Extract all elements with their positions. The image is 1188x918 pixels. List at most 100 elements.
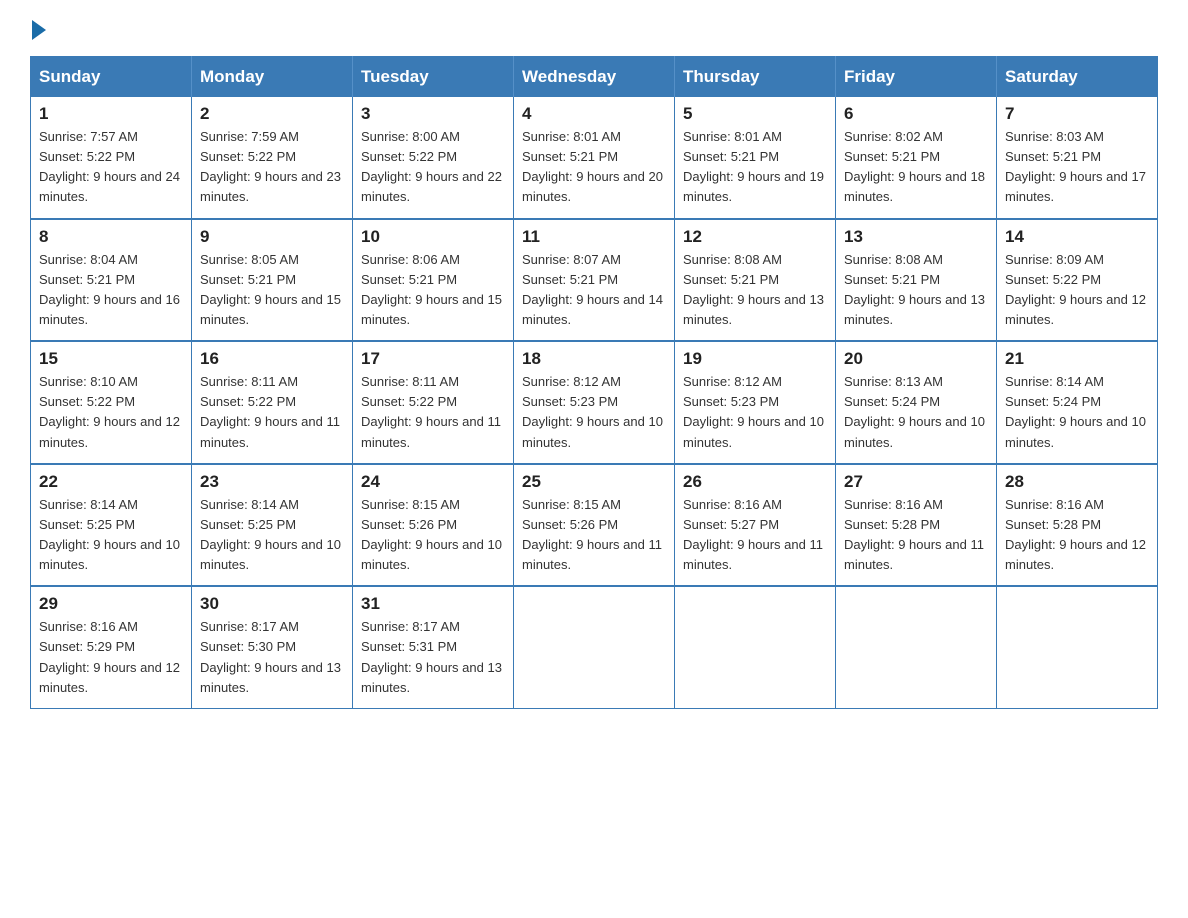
day-info: Sunrise: 8:11 AMSunset: 5:22 PMDaylight:… (200, 374, 340, 449)
calendar-day-cell: 9 Sunrise: 8:05 AMSunset: 5:21 PMDayligh… (192, 219, 353, 342)
calendar-day-cell: 5 Sunrise: 8:01 AMSunset: 5:21 PMDayligh… (675, 97, 836, 219)
day-number: 11 (522, 227, 666, 247)
calendar-day-cell: 21 Sunrise: 8:14 AMSunset: 5:24 PMDaylig… (997, 341, 1158, 464)
day-info: Sunrise: 8:16 AMSunset: 5:29 PMDaylight:… (39, 619, 180, 694)
calendar-day-cell: 24 Sunrise: 8:15 AMSunset: 5:26 PMDaylig… (353, 464, 514, 587)
calendar-day-cell: 27 Sunrise: 8:16 AMSunset: 5:28 PMDaylig… (836, 464, 997, 587)
day-of-week-header: Thursday (675, 57, 836, 98)
day-number: 26 (683, 472, 827, 492)
day-info: Sunrise: 8:10 AMSunset: 5:22 PMDaylight:… (39, 374, 180, 449)
day-number: 6 (844, 104, 988, 124)
day-number: 14 (1005, 227, 1149, 247)
day-number: 30 (200, 594, 344, 614)
calendar-day-cell: 13 Sunrise: 8:08 AMSunset: 5:21 PMDaylig… (836, 219, 997, 342)
day-number: 15 (39, 349, 183, 369)
calendar-day-cell: 14 Sunrise: 8:09 AMSunset: 5:22 PMDaylig… (997, 219, 1158, 342)
calendar-day-cell: 31 Sunrise: 8:17 AMSunset: 5:31 PMDaylig… (353, 586, 514, 708)
day-number: 17 (361, 349, 505, 369)
day-number: 18 (522, 349, 666, 369)
calendar-day-cell (997, 586, 1158, 708)
calendar-day-cell: 28 Sunrise: 8:16 AMSunset: 5:28 PMDaylig… (997, 464, 1158, 587)
day-info: Sunrise: 8:01 AMSunset: 5:21 PMDaylight:… (522, 129, 663, 204)
calendar-day-cell: 15 Sunrise: 8:10 AMSunset: 5:22 PMDaylig… (31, 341, 192, 464)
day-info: Sunrise: 8:17 AMSunset: 5:30 PMDaylight:… (200, 619, 341, 694)
calendar-day-cell: 30 Sunrise: 8:17 AMSunset: 5:30 PMDaylig… (192, 586, 353, 708)
day-info: Sunrise: 8:12 AMSunset: 5:23 PMDaylight:… (522, 374, 663, 449)
day-of-week-header: Monday (192, 57, 353, 98)
day-number: 27 (844, 472, 988, 492)
day-info: Sunrise: 8:13 AMSunset: 5:24 PMDaylight:… (844, 374, 985, 449)
day-info: Sunrise: 8:00 AMSunset: 5:22 PMDaylight:… (361, 129, 502, 204)
calendar-day-cell: 8 Sunrise: 8:04 AMSunset: 5:21 PMDayligh… (31, 219, 192, 342)
calendar-day-cell (514, 586, 675, 708)
day-number: 2 (200, 104, 344, 124)
calendar-week-row: 1 Sunrise: 7:57 AMSunset: 5:22 PMDayligh… (31, 97, 1158, 219)
day-number: 4 (522, 104, 666, 124)
day-of-week-header: Tuesday (353, 57, 514, 98)
calendar-day-cell: 3 Sunrise: 8:00 AMSunset: 5:22 PMDayligh… (353, 97, 514, 219)
calendar-day-cell: 29 Sunrise: 8:16 AMSunset: 5:29 PMDaylig… (31, 586, 192, 708)
day-info: Sunrise: 8:06 AMSunset: 5:21 PMDaylight:… (361, 252, 502, 327)
day-info: Sunrise: 8:15 AMSunset: 5:26 PMDaylight:… (522, 497, 662, 572)
day-info: Sunrise: 8:08 AMSunset: 5:21 PMDaylight:… (844, 252, 985, 327)
day-number: 31 (361, 594, 505, 614)
day-number: 16 (200, 349, 344, 369)
logo (30, 20, 48, 36)
day-info: Sunrise: 8:14 AMSunset: 5:24 PMDaylight:… (1005, 374, 1146, 449)
day-number: 7 (1005, 104, 1149, 124)
day-info: Sunrise: 8:01 AMSunset: 5:21 PMDaylight:… (683, 129, 824, 204)
day-info: Sunrise: 8:08 AMSunset: 5:21 PMDaylight:… (683, 252, 824, 327)
day-info: Sunrise: 8:05 AMSunset: 5:21 PMDaylight:… (200, 252, 341, 327)
calendar-day-cell (836, 586, 997, 708)
calendar-day-cell: 6 Sunrise: 8:02 AMSunset: 5:21 PMDayligh… (836, 97, 997, 219)
calendar-day-cell: 23 Sunrise: 8:14 AMSunset: 5:25 PMDaylig… (192, 464, 353, 587)
day-of-week-header: Sunday (31, 57, 192, 98)
day-info: Sunrise: 8:04 AMSunset: 5:21 PMDaylight:… (39, 252, 180, 327)
calendar-day-cell: 19 Sunrise: 8:12 AMSunset: 5:23 PMDaylig… (675, 341, 836, 464)
day-of-week-header: Wednesday (514, 57, 675, 98)
day-number: 29 (39, 594, 183, 614)
day-info: Sunrise: 7:57 AMSunset: 5:22 PMDaylight:… (39, 129, 180, 204)
calendar-day-cell: 16 Sunrise: 8:11 AMSunset: 5:22 PMDaylig… (192, 341, 353, 464)
day-info: Sunrise: 8:03 AMSunset: 5:21 PMDaylight:… (1005, 129, 1146, 204)
day-number: 12 (683, 227, 827, 247)
calendar-day-cell: 4 Sunrise: 8:01 AMSunset: 5:21 PMDayligh… (514, 97, 675, 219)
calendar-header-row: SundayMondayTuesdayWednesdayThursdayFrid… (31, 57, 1158, 98)
calendar-day-cell: 26 Sunrise: 8:16 AMSunset: 5:27 PMDaylig… (675, 464, 836, 587)
calendar-table: SundayMondayTuesdayWednesdayThursdayFrid… (30, 56, 1158, 709)
day-info: Sunrise: 8:11 AMSunset: 5:22 PMDaylight:… (361, 374, 501, 449)
day-info: Sunrise: 8:16 AMSunset: 5:28 PMDaylight:… (1005, 497, 1146, 572)
day-number: 19 (683, 349, 827, 369)
day-of-week-header: Saturday (997, 57, 1158, 98)
day-info: Sunrise: 8:07 AMSunset: 5:21 PMDaylight:… (522, 252, 663, 327)
day-info: Sunrise: 8:16 AMSunset: 5:27 PMDaylight:… (683, 497, 823, 572)
calendar-day-cell (675, 586, 836, 708)
day-number: 25 (522, 472, 666, 492)
calendar-day-cell: 17 Sunrise: 8:11 AMSunset: 5:22 PMDaylig… (353, 341, 514, 464)
day-info: Sunrise: 8:09 AMSunset: 5:22 PMDaylight:… (1005, 252, 1146, 327)
calendar-day-cell: 18 Sunrise: 8:12 AMSunset: 5:23 PMDaylig… (514, 341, 675, 464)
day-info: Sunrise: 8:14 AMSunset: 5:25 PMDaylight:… (200, 497, 341, 572)
day-number: 8 (39, 227, 183, 247)
page-header (30, 20, 1158, 36)
calendar-day-cell: 25 Sunrise: 8:15 AMSunset: 5:26 PMDaylig… (514, 464, 675, 587)
day-number: 28 (1005, 472, 1149, 492)
calendar-day-cell: 20 Sunrise: 8:13 AMSunset: 5:24 PMDaylig… (836, 341, 997, 464)
day-info: Sunrise: 8:12 AMSunset: 5:23 PMDaylight:… (683, 374, 824, 449)
calendar-week-row: 8 Sunrise: 8:04 AMSunset: 5:21 PMDayligh… (31, 219, 1158, 342)
calendar-week-row: 22 Sunrise: 8:14 AMSunset: 5:25 PMDaylig… (31, 464, 1158, 587)
calendar-day-cell: 7 Sunrise: 8:03 AMSunset: 5:21 PMDayligh… (997, 97, 1158, 219)
day-number: 1 (39, 104, 183, 124)
day-number: 9 (200, 227, 344, 247)
calendar-day-cell: 10 Sunrise: 8:06 AMSunset: 5:21 PMDaylig… (353, 219, 514, 342)
day-number: 10 (361, 227, 505, 247)
day-info: Sunrise: 7:59 AMSunset: 5:22 PMDaylight:… (200, 129, 341, 204)
day-number: 23 (200, 472, 344, 492)
day-number: 24 (361, 472, 505, 492)
day-info: Sunrise: 8:17 AMSunset: 5:31 PMDaylight:… (361, 619, 502, 694)
calendar-day-cell: 1 Sunrise: 7:57 AMSunset: 5:22 PMDayligh… (31, 97, 192, 219)
day-number: 20 (844, 349, 988, 369)
calendar-week-row: 15 Sunrise: 8:10 AMSunset: 5:22 PMDaylig… (31, 341, 1158, 464)
day-info: Sunrise: 8:14 AMSunset: 5:25 PMDaylight:… (39, 497, 180, 572)
calendar-week-row: 29 Sunrise: 8:16 AMSunset: 5:29 PMDaylig… (31, 586, 1158, 708)
